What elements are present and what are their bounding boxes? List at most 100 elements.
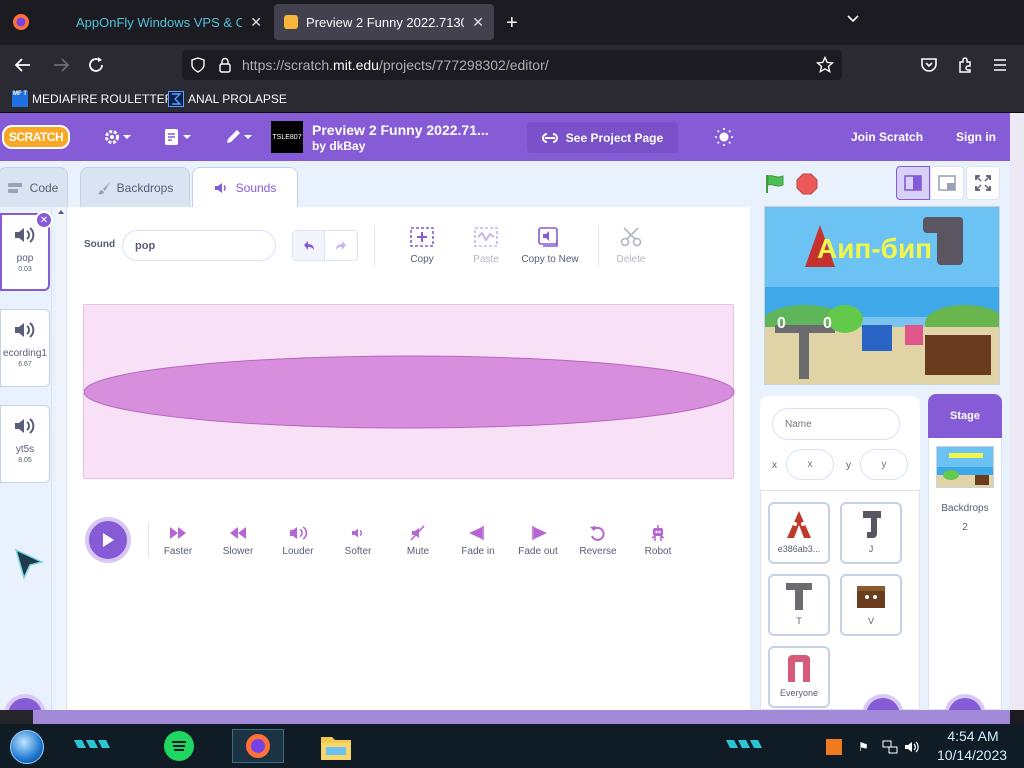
slower-button[interactable]: Slower	[208, 524, 268, 557]
tab-backdrops[interactable]: Backdrops	[80, 167, 190, 207]
softer-button[interactable]: Softer	[328, 524, 388, 557]
sprite-name: V	[867, 616, 874, 626]
green-flag-icon[interactable]	[764, 173, 786, 195]
sprite-tile[interactable]: e386ab3...	[768, 502, 830, 564]
sound-item-recording[interactable]: ecording1 6.67	[0, 309, 50, 387]
page-horizontal-scrollbar[interactable]	[33, 710, 1010, 724]
scrollbar-corner	[0, 710, 33, 724]
faster-button[interactable]: Faster	[148, 524, 208, 557]
stop-icon[interactable]	[796, 173, 818, 195]
backdrop-thumbnail	[936, 446, 994, 488]
redo-button[interactable]	[325, 231, 357, 260]
back-icon[interactable]	[14, 56, 32, 74]
new-tab-icon[interactable]: +	[506, 12, 518, 35]
bookmark-mediafire[interactable]: MF T MEDIAFIRE ROULETTER	[12, 90, 173, 108]
sprite-tile[interactable]: J	[840, 502, 902, 564]
tab-scratch-project[interactable]: Preview 2 Funny 2022.7130 [Ru ✕	[274, 4, 494, 40]
file-menu[interactable]	[163, 128, 193, 146]
url-bar[interactable]: https://scratch.mit.edu/projects/7772983…	[182, 50, 842, 80]
see-project-page-button[interactable]: See Project Page	[527, 122, 678, 153]
stage-selector[interactable]	[928, 394, 1002, 710]
sound-name: pop	[16, 253, 34, 264]
lock-icon[interactable]	[218, 57, 232, 73]
page-vertical-scrollbar[interactable]	[1010, 113, 1024, 710]
stage-canvas[interactable]: Аип-бип 0 0	[764, 206, 1000, 385]
clock-date[interactable]: 10/14/2023	[926, 747, 1018, 763]
sound-name-label: Sound	[84, 239, 116, 250]
scratch-logo[interactable]: SCRATCH	[2, 125, 70, 149]
spotify-icon[interactable]	[164, 731, 194, 761]
stage-counter-right: 0	[823, 315, 832, 332]
small-stage-button[interactable]	[896, 166, 930, 200]
backdrops-label: Backdrops	[941, 503, 989, 514]
bookmark-label: MEDIAFIRE ROULETTER	[32, 92, 174, 106]
y-input[interactable]	[860, 449, 908, 480]
robot-button[interactable]: Robot	[628, 524, 688, 557]
play-button[interactable]	[85, 517, 131, 563]
bookmark-second[interactable]: ANAL PROLAPSE	[168, 90, 287, 108]
louder-button[interactable]: Louder	[268, 524, 328, 557]
delete-sound-icon[interactable]: ✕	[35, 211, 53, 229]
fade-in-button[interactable]: Fade in	[448, 524, 508, 557]
start-button[interactable]	[10, 730, 44, 764]
list-tabs-icon[interactable]	[846, 12, 860, 26]
theme-bulb-icon[interactable]	[714, 127, 734, 147]
tab-code[interactable]: Code	[0, 167, 68, 207]
edit-menu[interactable]	[224, 128, 254, 146]
large-stage-button[interactable]	[930, 166, 964, 200]
clock-time[interactable]: 4:54 AM	[930, 728, 1016, 744]
settings-menu[interactable]	[104, 128, 132, 146]
firefox-taskbar-button[interactable]	[232, 729, 284, 763]
sprite-tile[interactable]: T	[768, 574, 830, 636]
hamburger-menu-icon[interactable]	[992, 57, 1008, 73]
stage-counter-left: 0	[777, 315, 786, 332]
project-page-icon	[541, 132, 558, 143]
pencil-icon	[227, 130, 252, 143]
file-explorer-icon[interactable]	[320, 733, 352, 761]
close-tab-icon[interactable]: ✕	[250, 14, 262, 31]
tray-flag-icon[interactable]: ⚑	[858, 740, 869, 754]
fullscreen-button[interactable]	[966, 166, 1000, 200]
sprite-name-input[interactable]	[772, 408, 900, 440]
bookmark-star-icon[interactable]	[816, 56, 834, 74]
paste-button[interactable]: Paste	[451, 226, 521, 265]
fade-out-button[interactable]: Fade out	[508, 524, 568, 557]
reverse-button[interactable]: Reverse	[568, 524, 628, 557]
tool-label: Copy to New	[521, 254, 579, 265]
copy-button[interactable]: Copy	[387, 226, 457, 265]
undo-button[interactable]	[293, 231, 326, 260]
backdrops-count: 2	[962, 522, 968, 533]
extensions-icon[interactable]	[956, 56, 974, 74]
waveform-container[interactable]	[83, 304, 735, 479]
volume-icon[interactable]	[904, 740, 920, 754]
pocket-icon[interactable]	[920, 56, 938, 74]
speaker-icon	[15, 322, 35, 338]
reload-icon[interactable]	[87, 56, 105, 74]
mute-button[interactable]: Mute	[388, 524, 448, 557]
close-tab-icon[interactable]: ✕	[472, 14, 484, 31]
firefox-menu-icon[interactable]	[12, 13, 30, 31]
delete-button[interactable]: Delete	[596, 226, 666, 265]
sound-list-scrollbar[interactable]	[56, 207, 66, 710]
x-label: x	[772, 460, 777, 471]
sound-item-yt5s[interactable]: yt5s 8.05	[0, 405, 50, 483]
sprite-tile[interactable]: Everyone	[768, 646, 830, 708]
x-input[interactable]	[786, 449, 834, 480]
network-icon[interactable]	[882, 740, 898, 754]
tray-app-icon[interactable]	[826, 739, 842, 755]
project-title[interactable]: Preview 2 Funny 2022.71...	[312, 122, 489, 138]
fullscreen-icon	[975, 175, 991, 191]
effect-label: Slower	[222, 546, 254, 557]
join-scratch-link[interactable]: Join Scratch	[851, 130, 923, 144]
tab-apponfly[interactable]: AppOnFly Windows VPS & Clo ✕	[66, 4, 272, 40]
project-thumbnail[interactable]: TSLE807	[271, 121, 303, 153]
sprite-tile[interactable]: V	[840, 574, 902, 636]
copy-to-new-button[interactable]: Copy to New	[515, 226, 585, 265]
tab-sounds[interactable]: Sounds	[192, 167, 298, 208]
forward-icon[interactable]	[52, 56, 70, 74]
project-author[interactable]: dkBay	[329, 139, 365, 153]
sound-name-input[interactable]	[122, 230, 276, 261]
shield-icon[interactable]	[190, 57, 206, 73]
sign-in-link[interactable]: Sign in	[956, 130, 996, 144]
small-stage-icon	[904, 175, 922, 191]
